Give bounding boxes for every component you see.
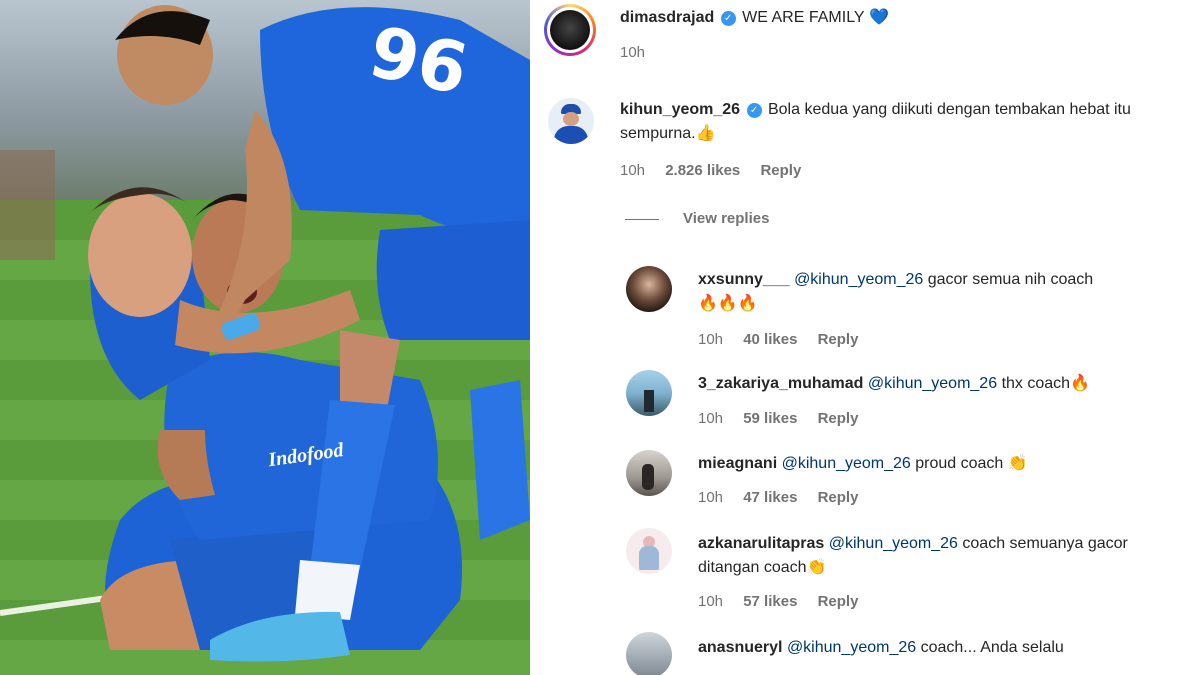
- reply-mention[interactable]: @kihun_yeom_26: [829, 535, 958, 552]
- reply-avatar[interactable]: [626, 528, 672, 574]
- reply-mention[interactable]: @kihun_yeom_26: [782, 455, 911, 472]
- verified-badge-icon: ✓: [746, 103, 762, 118]
- reply-reply-button[interactable]: Reply: [818, 489, 859, 506]
- comment-body: kihun_yeom_26 ✓ Bola kedua yang diikuti …: [620, 98, 1180, 146]
- reply-body: 3_zakariya_muhamad @kihun_yeom_26 thx co…: [698, 372, 1178, 396]
- reply-meta: 10h 40 likes Reply: [698, 331, 874, 348]
- comment-reply-button[interactable]: Reply: [760, 162, 801, 179]
- reply-time[interactable]: 10h: [698, 331, 723, 348]
- post-caption-text: WE ARE FAMILY: [742, 9, 865, 26]
- reply-avatar[interactable]: [626, 370, 672, 416]
- reply-time[interactable]: 10h: [698, 489, 723, 506]
- reply-mention[interactable]: @kihun_yeom_26: [787, 639, 916, 656]
- reply-likes[interactable]: 57 likes: [743, 593, 797, 610]
- reply-likes[interactable]: 40 likes: [743, 331, 797, 348]
- reply-time[interactable]: 10h: [698, 410, 723, 427]
- verified-badge-icon: ✓: [720, 11, 736, 26]
- clapping-hands-icon: 👏: [806, 559, 827, 576]
- reply-text: coach... Anda selalu: [920, 639, 1064, 656]
- reply-body: azkanarulitapras @kihun_yeom_26 coach se…: [698, 532, 1158, 580]
- comment-likes[interactable]: 2.826 likes: [665, 162, 740, 179]
- reply-body: anasnueryl @kihun_yeom_26 coach... Anda …: [698, 636, 1178, 660]
- reply-meta: 10h 59 likes Reply: [698, 410, 874, 427]
- reply-meta: 10h 47 likes Reply: [698, 489, 874, 506]
- reply-mention[interactable]: @kihun_yeom_26: [868, 375, 997, 392]
- replies-divider: [625, 218, 659, 220]
- post-time[interactable]: 10h: [620, 44, 645, 61]
- reply-mention[interactable]: @kihun_yeom_26: [794, 271, 923, 288]
- post-meta: 10h: [620, 44, 661, 61]
- reply-text: thx coach: [1001, 375, 1071, 392]
- post-photo: 96 Indofood: [0, 0, 530, 675]
- reply-text: proud coach: [915, 455, 1004, 472]
- reply-reply-button[interactable]: Reply: [818, 593, 859, 610]
- thumbs-up-icon: 👍: [695, 125, 716, 142]
- blue-heart-icon: 💙: [869, 9, 889, 26]
- reply-avatar[interactable]: [626, 450, 672, 496]
- reply-username[interactable]: azkanarulitapras: [698, 535, 824, 552]
- reply-reply-button[interactable]: Reply: [818, 331, 859, 348]
- view-replies-label: View replies: [683, 210, 770, 227]
- comment-meta: 10h 2.826 likes Reply: [620, 162, 817, 179]
- view-replies-button[interactable]: View replies: [625, 210, 769, 227]
- reply-meta: 10h 57 likes Reply: [698, 593, 874, 610]
- reply-avatar[interactable]: [626, 632, 672, 675]
- reply-likes[interactable]: 59 likes: [743, 410, 797, 427]
- players-illustration: 96 Indofood: [0, 5, 530, 662]
- commenter-avatar[interactable]: [548, 98, 594, 144]
- comment-username[interactable]: kihun_yeom_26: [620, 101, 740, 118]
- reply-likes[interactable]: 47 likes: [743, 489, 797, 506]
- fire-icon: 🔥🔥🔥: [698, 295, 758, 312]
- fire-icon: 🔥: [1070, 375, 1090, 392]
- reply-body: xxsunny___ @kihun_yeom_26 gacor semua ni…: [698, 268, 1178, 316]
- post-caption: dimasdrajad ✓ WE ARE FAMILY 💙: [620, 6, 1180, 30]
- post-author-username[interactable]: dimasdrajad: [620, 9, 714, 26]
- reply-username[interactable]: mieagnani: [698, 455, 777, 472]
- comment-time[interactable]: 10h: [620, 162, 645, 179]
- reply-username[interactable]: anasnueryl: [698, 639, 782, 656]
- comments-panel: dimasdrajad ✓ WE ARE FAMILY 💙 10h kihun_…: [530, 0, 1200, 675]
- reply-username[interactable]: 3_zakariya_muhamad: [698, 375, 863, 392]
- clapping-hands-icon: 👏: [1007, 455, 1028, 472]
- reply-body: mieagnani @kihun_yeom_26 proud coach 👏: [698, 452, 1178, 476]
- reply-text: gacor semua nih coach: [927, 271, 1094, 288]
- reply-time[interactable]: 10h: [698, 593, 723, 610]
- reply-avatar[interactable]: [626, 266, 672, 312]
- reply-username[interactable]: xxsunny___: [698, 271, 790, 288]
- post-author-avatar[interactable]: [544, 4, 596, 56]
- reply-reply-button[interactable]: Reply: [818, 410, 859, 427]
